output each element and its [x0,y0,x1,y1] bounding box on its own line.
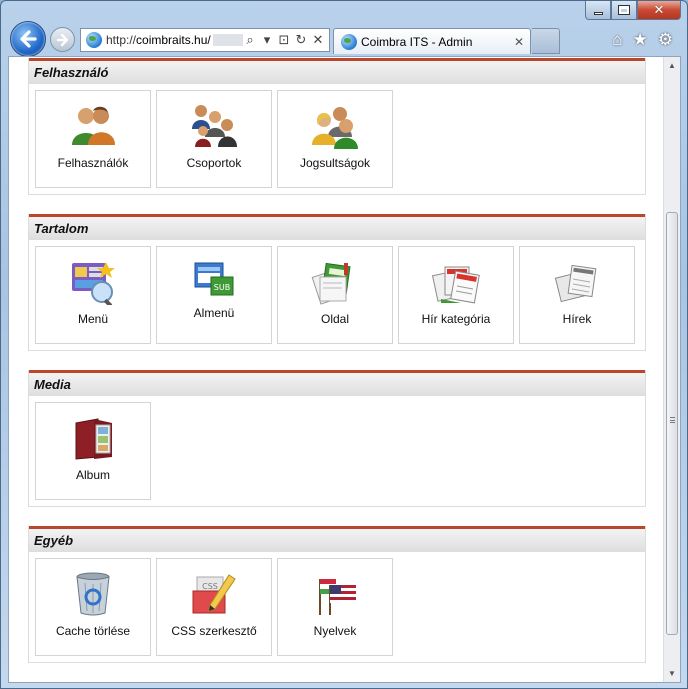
tile-label: Hírek [562,312,592,326]
permissions-icon [312,107,358,149]
tile-label: Cache törlése [55,624,131,638]
section-header: Media [29,370,645,396]
tile-label: Csoportok [186,156,242,170]
favorites-star-icon[interactable]: ★ [633,31,648,49]
minimize-icon [593,11,603,15]
tile-label: Album [75,468,110,482]
tile-label: Oldal [320,312,349,326]
scroll-up-arrow-icon[interactable]: ▲ [664,57,680,74]
forward-arrow-icon [56,33,68,46]
section-felhasznalo: Felhasználó Felhasználók Csoportok Jogsu… [28,58,646,195]
svg-text:CSS: CSS [202,582,218,591]
users-icon [72,106,115,145]
tile-row: Album [29,396,645,500]
tile-users[interactable]: Felhasználók [35,90,151,188]
recycle-bin-icon [76,572,110,616]
address-bar-icons: ⌕ ▾ ⊡ ↻ ✕ [243,32,329,48]
tile-row: Cache törlése CSS CSS szerkesztő Nyelvek [29,552,645,656]
stop-icon[interactable]: ✕ [311,32,325,48]
news-icon [554,264,597,303]
flags-icon [319,579,356,615]
tab-title: Coimbra ITS - Admin [361,34,473,49]
news-category-icon [431,266,480,304]
maximize-button[interactable] [611,1,637,20]
browser-window: ✕ http://coimbraits.hu/ ⌕ ▾ ⊡ ↻ ✕ Coimbr… [0,0,688,689]
scrollbar-grip-icon [670,417,675,423]
tile-groups[interactable]: Csoportok [156,90,272,188]
refresh-icon[interactable]: ↻ [294,32,308,48]
maximize-icon [618,5,630,15]
section-title: Felhasználó [34,65,109,80]
scrollbar-thumb[interactable] [666,212,678,635]
tile-label: Hír kategória [421,312,491,326]
tab-close-icon[interactable]: ✕ [514,35,524,49]
album-icon [75,418,112,460]
tab-globe-icon [341,33,357,50]
submenu-icon: SUB [194,262,234,296]
groups-icon [192,105,237,147]
back-button[interactable] [10,21,46,57]
tile-label: Nyelvek [313,624,357,638]
section-egyeb: Egyéb Cache törlése CSS CSS szerkesztő N… [28,526,646,663]
section-tartalom: Tartalom Menü SUB Almenü Oldal Hír kateg… [28,214,646,351]
menu-icon [72,262,115,305]
section-title: Egyéb [34,533,74,548]
section-title: Media [34,377,71,392]
section-title: Tartalom [34,221,89,236]
toolbar-right: ⌂ ★ ⚙ [612,31,673,49]
section-media: Media Album [28,370,646,507]
svg-text:SUB: SUB [214,283,230,292]
tile-submenu[interactable]: SUB Almenü [156,246,272,344]
tile-row: Menü SUB Almenü Oldal Hír kategória Híre… [29,240,645,344]
tile-news[interactable]: Hírek [519,246,635,344]
forward-button[interactable] [50,27,75,52]
tile-album[interactable]: Album [35,402,151,500]
tile-permissions[interactable]: Jogsultságok [277,90,393,188]
section-header: Tartalom [29,214,645,240]
url-prefix: http:// [106,33,137,47]
tile-css-editor[interactable]: CSS CSS szerkesztő [156,558,272,656]
tile-page[interactable]: Oldal [277,246,393,344]
tile-news-category[interactable]: Hír kategória [398,246,514,344]
home-icon[interactable]: ⌂ [612,31,622,49]
tile-menu[interactable]: Menü [35,246,151,344]
section-header: Egyéb [29,526,645,552]
close-window-button[interactable]: ✕ [637,1,681,20]
tile-label: Almenü [193,306,235,320]
vertical-scrollbar[interactable]: ▲ ▼ [663,57,680,682]
url-text[interactable]: http://coimbraits.hu/ [106,33,211,47]
close-icon: ✕ [653,2,665,17]
tab-active[interactable]: Coimbra ITS - Admin ✕ [333,28,531,54]
compatibility-icon[interactable]: ⊡ [277,32,291,48]
minimize-button[interactable] [585,1,611,20]
url-host: coimbraits.hu/ [136,33,211,47]
tile-row: Felhasználók Csoportok Jogsultságok [29,84,645,188]
back-arrow-icon [20,30,37,48]
tile-label: Felhasználók [57,156,129,170]
new-tab-button[interactable] [532,28,560,54]
tile-label: Menü [77,312,109,326]
css-edit-icon: CSS [192,574,236,614]
search-icon[interactable]: ⌕ [243,32,257,48]
tools-gear-icon[interactable]: ⚙ [658,31,673,49]
address-bar[interactable]: http://coimbraits.hu/ ⌕ ▾ ⊡ ↻ ✕ [80,28,330,52]
dropdown-icon[interactable]: ▾ [260,32,274,48]
tile-label: Jogsultságok [299,156,371,170]
page-viewport: Felhasználó Felhasználók Csoportok Jogsu… [8,56,681,683]
scroll-down-arrow-icon[interactable]: ▼ [664,665,680,682]
tile-label: CSS szerkesztő [171,624,257,638]
site-globe-icon [86,32,102,48]
url-redacted [212,34,243,46]
window-caption-buttons: ✕ [585,1,681,20]
tile-cache-clear[interactable]: Cache törlése [35,558,151,656]
page-icon [311,262,351,305]
tile-languages[interactable]: Nyelvek [277,558,393,656]
section-header: Felhasználó [29,58,645,84]
